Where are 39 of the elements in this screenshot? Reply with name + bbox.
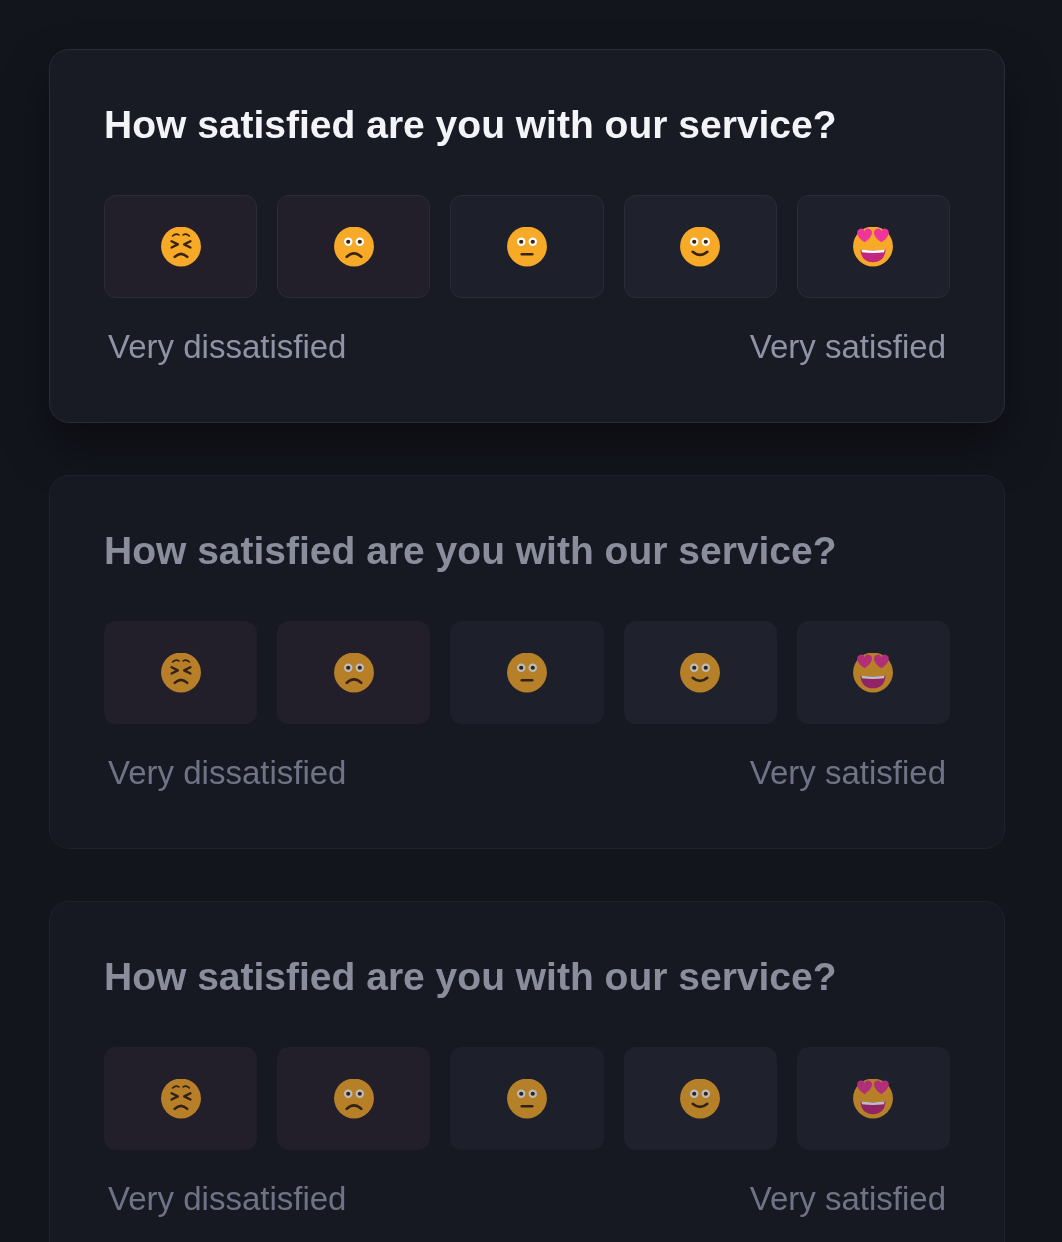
rating-option[interactable] bbox=[796, 1047, 950, 1150]
rating-option[interactable] bbox=[277, 621, 431, 724]
rating-option[interactable] bbox=[623, 195, 777, 298]
scale-low-label: Very dissatisfied bbox=[108, 753, 347, 793]
frowning-face-icon bbox=[332, 226, 375, 267]
rating-option[interactable] bbox=[796, 195, 950, 298]
question-title: How satisfied are you with our service? bbox=[104, 102, 838, 148]
rating-option[interactable] bbox=[450, 1047, 604, 1150]
heart-eyes-face-icon bbox=[852, 652, 895, 693]
persevering-face-icon bbox=[159, 226, 202, 267]
smiling-face-icon bbox=[679, 1078, 722, 1119]
rating-option[interactable] bbox=[104, 195, 258, 298]
rating-option[interactable] bbox=[277, 1047, 431, 1150]
scale-high-label: Very satisfied bbox=[749, 753, 946, 793]
scale-high-label: Very satisfied bbox=[749, 1179, 946, 1219]
persevering-face-icon bbox=[159, 1078, 202, 1119]
persevering-face-icon bbox=[159, 652, 202, 693]
rating-option[interactable] bbox=[796, 621, 950, 724]
smiling-face-icon bbox=[679, 652, 722, 693]
question-title: How satisfied are you with our service? bbox=[104, 528, 838, 574]
scale-high-label: Very satisfied bbox=[749, 327, 946, 367]
rating-option[interactable] bbox=[104, 1047, 258, 1150]
heart-eyes-face-icon bbox=[852, 1078, 895, 1119]
rating-option[interactable] bbox=[104, 621, 258, 724]
question-title: How satisfied are you with our service? bbox=[104, 954, 838, 1000]
frowning-face-icon bbox=[332, 1078, 375, 1119]
neutral-face-icon bbox=[506, 1078, 548, 1119]
neutral-face-icon bbox=[506, 226, 548, 267]
heart-eyes-face-icon bbox=[852, 226, 895, 267]
scale-low-label: Very dissatisfied bbox=[108, 1179, 347, 1219]
rating-option[interactable] bbox=[623, 621, 777, 724]
rating-option[interactable] bbox=[450, 195, 604, 298]
smiling-face-icon bbox=[679, 226, 722, 267]
rating-option[interactable] bbox=[623, 1047, 777, 1150]
scale-low-label: Very dissatisfied bbox=[108, 327, 347, 367]
frowning-face-icon bbox=[332, 652, 375, 693]
neutral-face-icon bbox=[506, 652, 548, 693]
rating-option[interactable] bbox=[450, 621, 604, 724]
rating-option[interactable] bbox=[277, 195, 431, 298]
